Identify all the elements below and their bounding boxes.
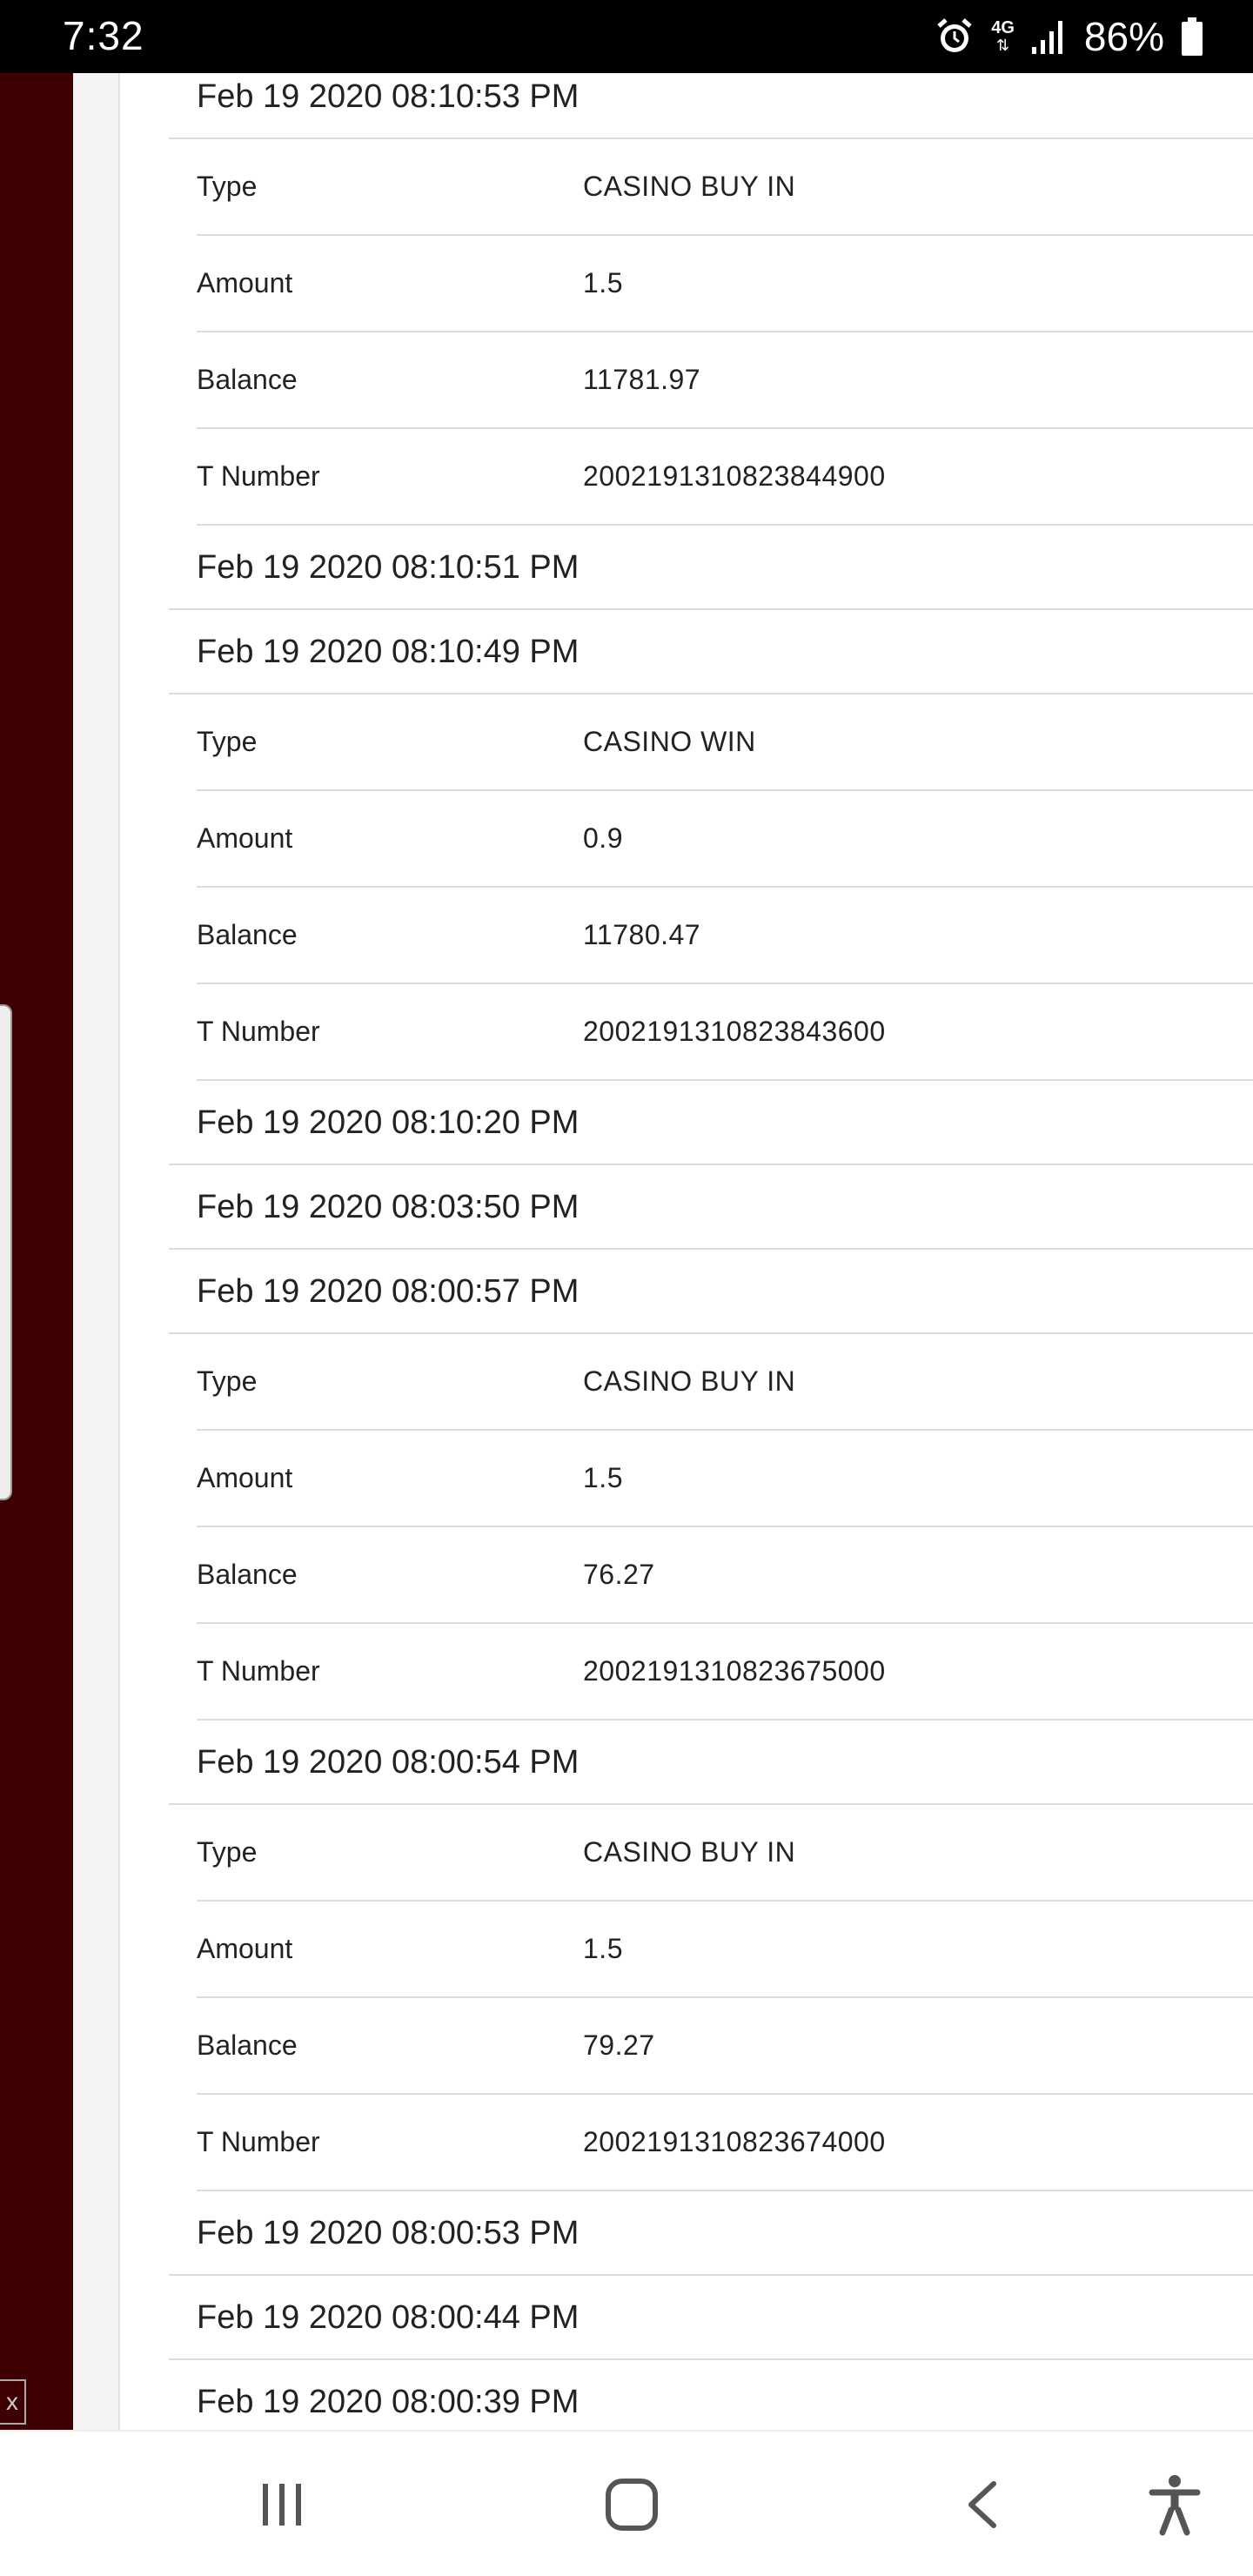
detail-value: CASINO WIN [583,726,756,757]
detail-label: Type [197,1836,258,1868]
transaction-date-header[interactable]: Feb 19 2020 08:10:53 PM [169,73,1253,139]
home-icon [606,2479,658,2531]
transaction-detail-row-t-number: T Number 2002191310823675000 [197,1624,1253,1721]
transaction-date-header[interactable]: Feb 19 2020 08:00:44 PM [169,2276,1253,2360]
close-icon[interactable]: x [0,2379,26,2425]
transaction-date-header[interactable]: Feb 19 2020 08:03:50 PM [169,1165,1253,1250]
detail-label: Balance [197,919,298,950]
transaction-date-header[interactable]: Feb 19 2020 08:00:57 PM [169,1250,1253,1334]
home-button[interactable] [590,2463,673,2546]
transaction-detail-row-amount: Amount 0.9 [197,791,1253,888]
accessibility-icon [1149,2475,1201,2536]
transaction-detail-row-amount: Amount 1.5 [197,1431,1253,1527]
detail-label: Amount [197,1462,293,1493]
transaction-detail-row-amount: Amount 1.5 [197,1902,1253,1998]
detail-value: 11781.97 [583,364,701,395]
transaction-detail-row-type: Type CASINO BUY IN [197,139,1253,236]
navigation-bar [0,2430,1253,2576]
status-icons: 4G ⇅ 86% [934,12,1204,61]
transaction-detail-row-t-number: T Number 2002191310823843600 [197,984,1253,1081]
transaction-list[interactable]: Feb 19 2020 08:10:53 PM Type CASINO BUY IN… [169,73,1253,2430]
transaction-detail-row-type: Type CASINO WIN [197,694,1253,791]
drawer-handle[interactable] [0,1004,12,1500]
transaction-date-header[interactable]: Feb 19 2020 08:00:54 PM [169,1721,1253,1805]
transaction-date-header[interactable]: Feb 19 2020 08:10:51 PM [169,526,1253,610]
detail-value: 1.5 [583,1933,623,1964]
detail-label: Amount [197,822,293,854]
detail-value: 1.5 [583,267,623,299]
detail-value: CASINO BUY IN [583,1365,796,1397]
battery-icon [1182,17,1203,56]
detail-value: 11780.47 [583,919,701,950]
transaction-detail-row-type: Type CASINO BUY IN [197,1805,1253,1902]
network-label: 4G [991,18,1015,37]
detail-value: 1.5 [583,1462,623,1493]
transaction-list-inner: Feb 19 2020 08:10:53 PM Type CASINO BUY IN… [169,73,1253,2430]
back-icon [968,2481,996,2528]
detail-label: Balance [197,1559,298,1590]
detail-label: Amount [197,267,293,299]
network-4g-icon: 4G ⇅ [991,19,1015,54]
content-gutter [73,73,120,2430]
detail-value: 2002191310823844900 [583,460,886,492]
detail-value: 76.27 [583,1559,655,1590]
alarm-icon [937,18,972,52]
transaction-detail-row-type: Type CASINO BUY IN [197,1334,1253,1431]
accessibility-button[interactable] [1133,2463,1216,2546]
detail-value: CASINO BUY IN [583,1836,796,1868]
transaction-detail-row-balance: Balance 76.27 [197,1527,1253,1624]
detail-label: T Number [197,2126,320,2157]
detail-value: 2002191310823674000 [583,2126,886,2157]
transaction-detail-row-balance: Balance 79.27 [197,1998,1253,2095]
detail-label: Amount [197,1933,293,1964]
detail-label: Balance [197,2029,298,2061]
status-time: 7:32 [63,13,144,58]
signal-icon [1031,21,1062,54]
detail-value: 2002191310823675000 [583,1655,886,1687]
transaction-detail-row-t-number: T Number 2002191310823844900 [197,429,1253,526]
detail-value: CASINO BUY IN [583,171,796,202]
recent-apps-icon [263,2484,301,2526]
transaction-date-header[interactable]: Feb 19 2020 08:10:20 PM [169,1081,1253,1165]
transaction-date-header[interactable]: Feb 19 2020 08:00:39 PM [169,2360,1253,2430]
detail-label: Type [197,171,258,202]
transaction-date-header[interactable]: Feb 19 2020 08:10:49 PM [169,610,1253,694]
status-bar: 7:32 4G ⇅ 86% [0,0,1253,73]
detail-label: T Number [197,1655,320,1687]
battery-percent: 86% [1083,14,1164,59]
detail-label: T Number [197,1016,320,1047]
detail-label: T Number [197,460,320,492]
data-arrows-icon: ⇅ [996,37,1010,54]
back-button[interactable] [941,2463,1025,2546]
detail-value: 79.27 [583,2029,655,2061]
recent-apps-button[interactable] [240,2463,324,2546]
detail-label: Balance [197,364,298,395]
transaction-detail-row-balance: Balance 11780.47 [197,888,1253,984]
detail-value: 0.9 [583,822,623,854]
detail-label: Type [197,726,258,757]
transaction-detail-row-amount: Amount 1.5 [197,236,1253,332]
transaction-detail-row-balance: Balance 11781.97 [197,332,1253,429]
transaction-detail-row-t-number: T Number 2002191310823674000 [197,2095,1253,2191]
detail-label: Type [197,1365,258,1397]
detail-value: 2002191310823843600 [583,1016,886,1047]
transaction-date-header[interactable]: Feb 19 2020 08:00:53 PM [169,2191,1253,2276]
